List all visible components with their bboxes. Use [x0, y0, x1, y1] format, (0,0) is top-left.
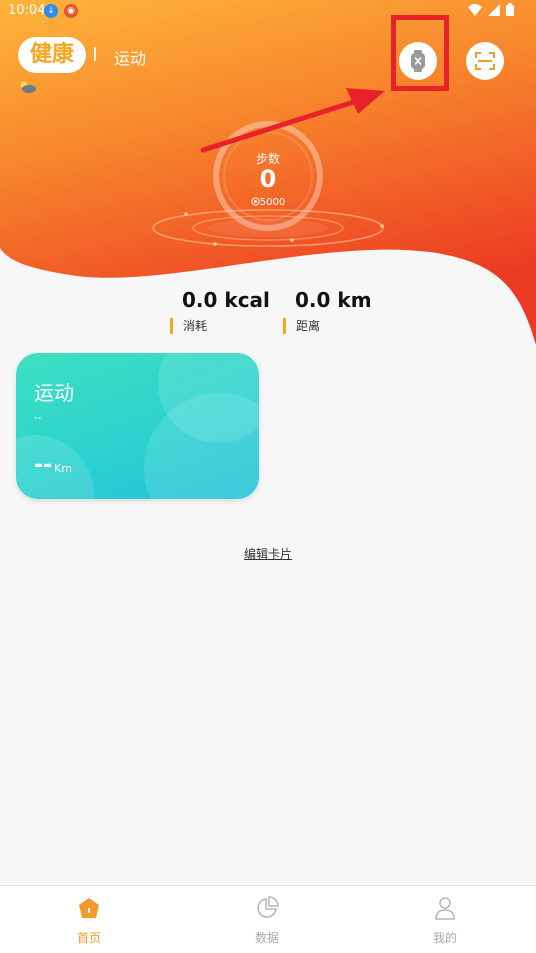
status-bar: 10:04 ↓ ◉	[0, 0, 536, 22]
pie-chart-icon	[257, 896, 279, 918]
wifi-icon	[468, 3, 482, 16]
nav-profile-label: 我的	[432, 931, 457, 945]
nav-data-label: 数据	[254, 931, 279, 945]
nav-data[interactable]: 数据	[178, 886, 356, 953]
card-title: 运动	[34, 381, 74, 405]
bottom-nav: 首页 数据 我的	[0, 885, 536, 953]
status-icons	[468, 3, 514, 16]
user-icon	[435, 897, 455, 920]
home-icon	[79, 898, 99, 918]
download-icon: ↓	[44, 4, 58, 18]
distance-label: 距离	[283, 318, 372, 334]
nav-home[interactable]: 首页	[0, 886, 178, 953]
card-value: --	[34, 453, 53, 478]
nav-profile[interactable]: 我的	[356, 886, 534, 953]
card-unit: Km	[54, 462, 72, 475]
calories-label: 消耗	[170, 318, 270, 334]
edit-card-link[interactable]: 编辑卡片	[0, 545, 536, 562]
battery-icon	[506, 3, 514, 16]
pointer-arrow	[200, 88, 385, 153]
card-subtitle: --	[34, 413, 42, 424]
nav-home-label: 首页	[76, 931, 101, 945]
status-time: 10:04	[8, 3, 46, 18]
signal-icon	[488, 3, 500, 16]
sport-card[interactable]: 运动 -- -- Km	[16, 353, 259, 499]
notification-app-icon: ◉	[64, 4, 78, 18]
card-decoration	[144, 393, 259, 499]
